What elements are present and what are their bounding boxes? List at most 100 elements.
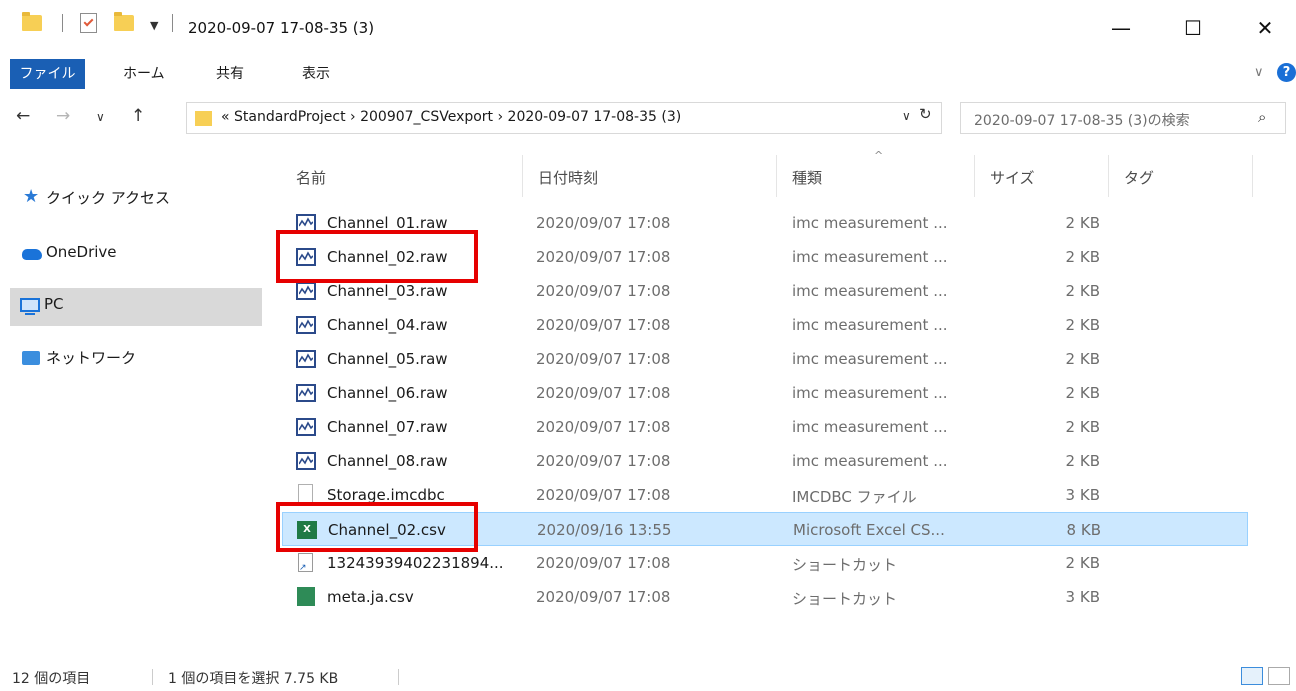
column-header-date[interactable]: 日付時刻 bbox=[538, 167, 598, 188]
help-icon[interactable]: ? bbox=[1277, 63, 1296, 82]
status-divider bbox=[398, 669, 399, 685]
file-type: imc measurement ... bbox=[792, 214, 948, 232]
column-header-tag[interactable]: タグ bbox=[1124, 167, 1154, 188]
file-size: 2 KB bbox=[1065, 452, 1100, 470]
folder-icon bbox=[195, 111, 212, 126]
file-date: 2020/09/07 17:08 bbox=[536, 316, 671, 334]
column-divider[interactable] bbox=[522, 155, 523, 197]
file-date: 2020/09/16 13:55 bbox=[537, 521, 672, 539]
refresh-icon[interactable]: ↻ bbox=[919, 105, 932, 123]
sidebar-item-quick-access[interactable]: ★ クイック アクセス bbox=[12, 180, 262, 218]
waveform-file-icon bbox=[296, 418, 316, 436]
file-size: 8 KB bbox=[1066, 521, 1101, 539]
file-size: 3 KB bbox=[1065, 588, 1100, 606]
file-type: imc measurement ... bbox=[792, 316, 948, 334]
file-type: imc measurement ... bbox=[792, 282, 948, 300]
file-size: 3 KB bbox=[1065, 486, 1100, 504]
address-bar[interactable]: « StandardProject › 200907_CSVexport › 2… bbox=[186, 102, 942, 134]
file-date: 2020/09/07 17:08 bbox=[536, 452, 671, 470]
sidebar-item-onedrive[interactable]: OneDrive bbox=[12, 236, 262, 274]
file-size: 2 KB bbox=[1065, 554, 1100, 572]
recent-locations-button[interactable]: ∨ bbox=[96, 110, 105, 124]
back-button[interactable]: ← bbox=[16, 106, 30, 126]
column-header-name[interactable]: 名前 bbox=[296, 167, 326, 188]
address-dropdown-icon[interactable]: ∨ bbox=[902, 109, 911, 123]
separator bbox=[62, 14, 63, 32]
column-headers: 名前 日付時刻 ^ 種類 サイズ タグ bbox=[282, 149, 1254, 200]
item-count: 12 個の項目 bbox=[12, 671, 91, 687]
minimize-button[interactable]: — bbox=[1098, 10, 1144, 46]
file-date: 2020/09/07 17:08 bbox=[536, 350, 671, 368]
selection-info: 1 個の項目を選択 7.75 KB bbox=[168, 671, 339, 687]
file-name: 13243939402231894... bbox=[327, 554, 504, 572]
file-name: Channel_04.raw bbox=[327, 316, 448, 334]
network-icon bbox=[22, 351, 40, 365]
file-type: imc measurement ... bbox=[792, 350, 948, 368]
file-type: Microsoft Excel CS... bbox=[793, 521, 945, 539]
file-type: imc measurement ... bbox=[792, 384, 948, 402]
up-button[interactable]: ↑ bbox=[131, 106, 145, 126]
file-type: ショートカット bbox=[792, 590, 898, 608]
sidebar-item-label: OneDrive bbox=[46, 243, 117, 261]
window-title: 2020-09-07 17-08-35 (3) bbox=[188, 19, 375, 37]
file-row[interactable]: Channel_07.raw 2020/09/07 17:08 imc measur… bbox=[282, 410, 1248, 444]
file-size: 2 KB bbox=[1065, 282, 1100, 300]
close-button[interactable]: ✕ bbox=[1242, 10, 1288, 46]
breadcrumb[interactable]: « StandardProject › 200907_CSVexport › 2… bbox=[221, 109, 681, 125]
maximize-button[interactable]: ☐ bbox=[1170, 10, 1216, 46]
file-name: meta.ja.csv bbox=[327, 588, 414, 606]
file-row[interactable]: Channel_08.raw 2020/09/07 17:08 imc measur… bbox=[282, 444, 1248, 478]
file-name: Channel_06.raw bbox=[327, 384, 448, 402]
file-row[interactable]: Channel_04.raw 2020/09/07 17:08 imc measur… bbox=[282, 308, 1248, 342]
column-divider[interactable] bbox=[974, 155, 975, 197]
status-bar: 12 個の項目 1 個の項目を選択 7.75 KB bbox=[0, 664, 1296, 691]
file-type: imc measurement ... bbox=[792, 452, 948, 470]
search-input[interactable]: 2020-09-07 17-08-35 (3)の検索 bbox=[960, 102, 1286, 134]
highlight-box-channel-02-raw bbox=[276, 230, 478, 283]
file-type: IMCDBC ファイル bbox=[792, 488, 917, 506]
tab-file[interactable]: ファイル bbox=[10, 59, 85, 89]
large-icons-view-button[interactable] bbox=[1268, 667, 1290, 685]
sidebar-item-label: ネットワーク bbox=[46, 349, 137, 367]
column-divider[interactable] bbox=[1108, 155, 1109, 197]
file-name: Channel_07.raw bbox=[327, 418, 448, 436]
file-type: imc measurement ... bbox=[792, 418, 948, 436]
expand-ribbon-icon[interactable]: ∨ bbox=[1254, 65, 1264, 80]
forward-button[interactable]: → bbox=[56, 106, 70, 126]
column-header-size[interactable]: サイズ bbox=[990, 167, 1035, 188]
star-icon: ★ bbox=[23, 186, 40, 207]
waveform-file-icon bbox=[296, 350, 316, 368]
file-date: 2020/09/07 17:08 bbox=[536, 486, 671, 504]
file-date: 2020/09/07 17:08 bbox=[536, 214, 671, 232]
separator bbox=[172, 14, 173, 32]
sidebar-item-network[interactable]: ネットワーク bbox=[12, 340, 262, 378]
waveform-file-icon bbox=[296, 282, 316, 300]
customize-toolbar-icon[interactable]: ▼ bbox=[150, 19, 158, 32]
column-divider[interactable] bbox=[776, 155, 777, 197]
file-row[interactable]: Channel_05.raw 2020/09/07 17:08 imc measur… bbox=[282, 342, 1248, 376]
file-size: 2 KB bbox=[1065, 248, 1100, 266]
file-row[interactable]: meta.ja.csv 2020/09/07 17:08 ショートカット 3 KB bbox=[282, 580, 1248, 614]
search-icon[interactable]: ⌕ bbox=[1258, 108, 1266, 126]
properties-icon[interactable] bbox=[80, 13, 97, 33]
details-view-button[interactable] bbox=[1241, 667, 1263, 685]
file-name: Channel_03.raw bbox=[327, 282, 448, 300]
file-size: 2 KB bbox=[1065, 418, 1100, 436]
file-date: 2020/09/07 17:08 bbox=[536, 554, 671, 572]
file-size: 2 KB bbox=[1065, 316, 1100, 334]
sidebar-item-pc[interactable]: PC bbox=[10, 288, 262, 326]
tab-view[interactable]: 表示 bbox=[302, 58, 330, 90]
tab-share[interactable]: 共有 bbox=[216, 58, 244, 90]
tab-home[interactable]: ホーム bbox=[123, 58, 165, 90]
column-divider[interactable] bbox=[1252, 155, 1253, 197]
new-folder-icon[interactable] bbox=[114, 12, 134, 31]
column-header-type[interactable]: 種類 bbox=[792, 167, 822, 188]
search-placeholder: 2020-09-07 17-08-35 (3)の検索 bbox=[974, 113, 1190, 129]
sidebar-item-label: PC bbox=[44, 295, 64, 313]
file-date: 2020/09/07 17:08 bbox=[536, 248, 671, 266]
computer-icon bbox=[20, 298, 40, 315]
file-date: 2020/09/07 17:08 bbox=[536, 282, 671, 300]
file-date: 2020/09/07 17:08 bbox=[536, 384, 671, 402]
cloud-icon bbox=[22, 249, 42, 260]
file-row[interactable]: Channel_06.raw 2020/09/07 17:08 imc measur… bbox=[282, 376, 1248, 410]
